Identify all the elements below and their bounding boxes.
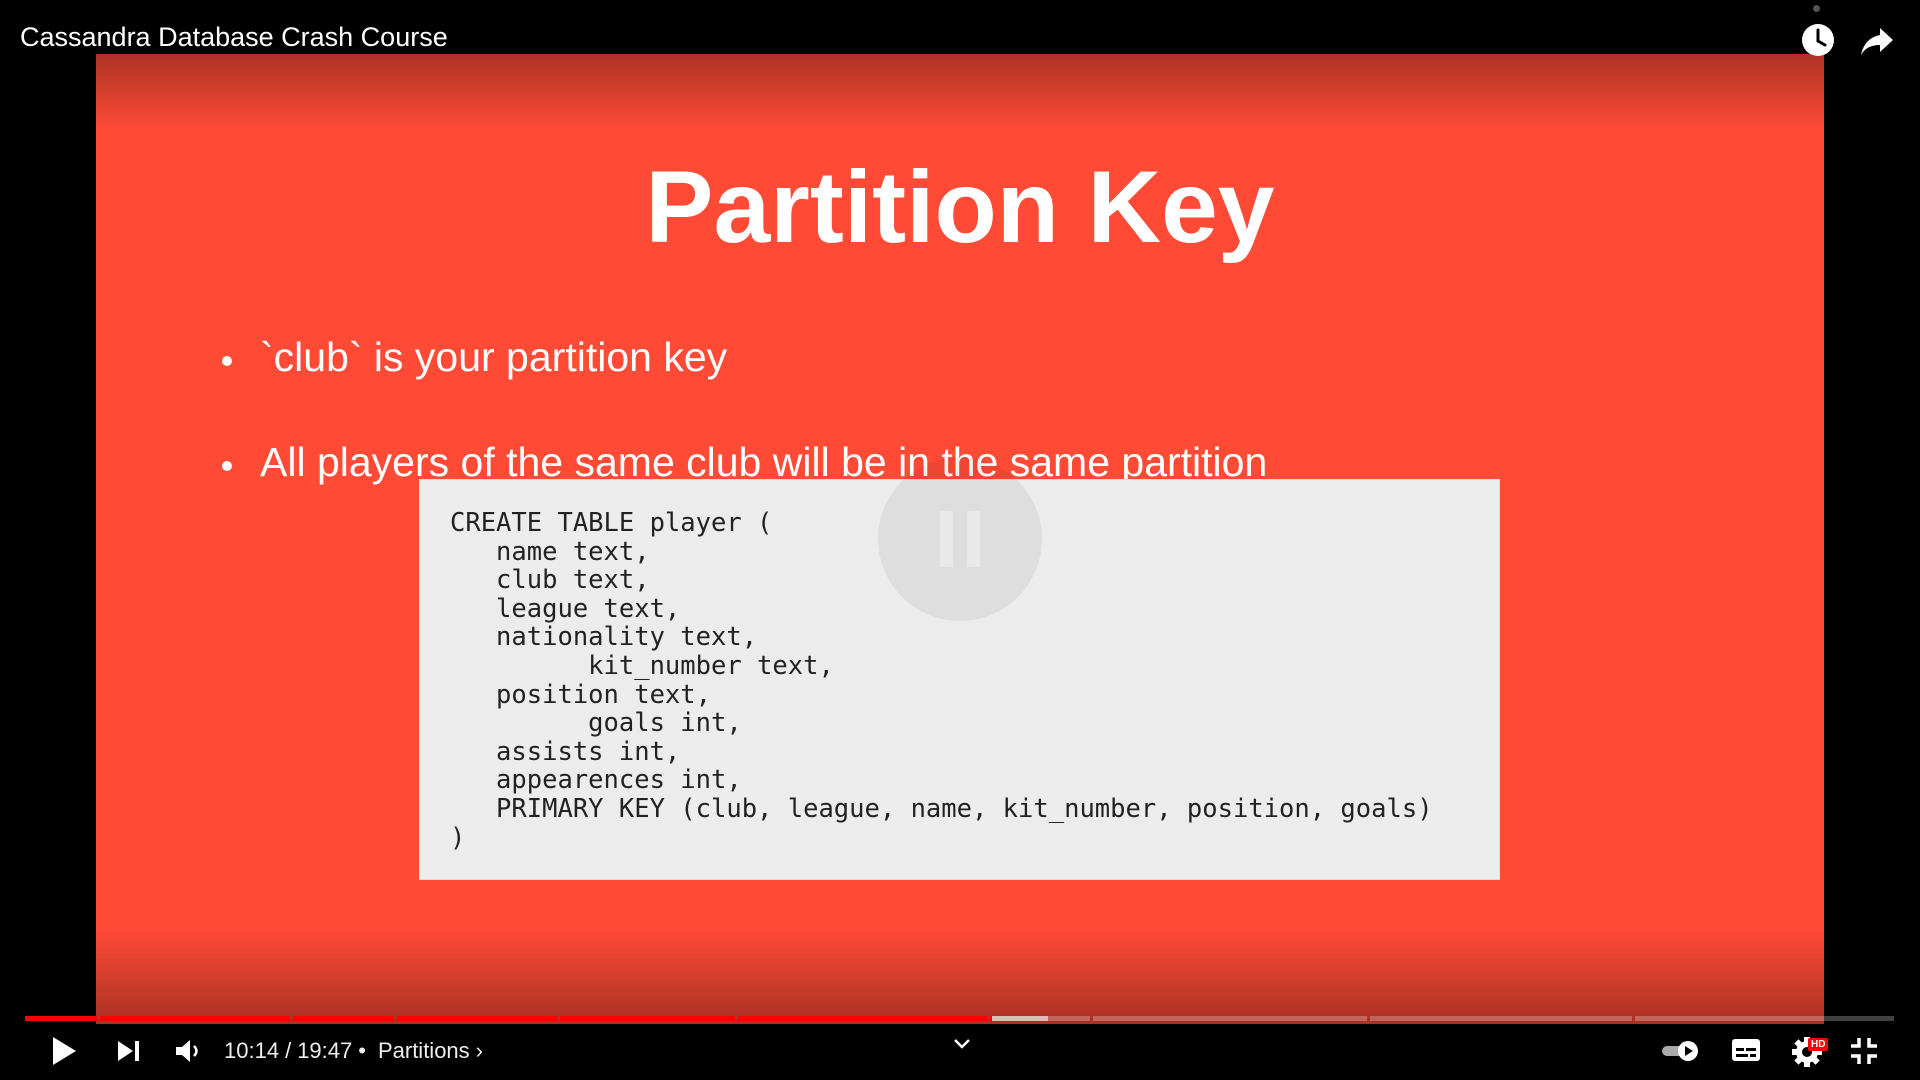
autoplay-toggle-icon[interactable] <box>1660 1040 1700 1062</box>
chapter-title[interactable]: Partitions <box>378 1038 470 1064</box>
play-icon[interactable] <box>48 1033 80 1069</box>
time-separator: / <box>285 1038 292 1063</box>
indicator-dot <box>1813 5 1820 12</box>
progress-chapter-segment[interactable] <box>1092 1016 1367 1021</box>
progress-chapter-segment[interactable] <box>737 1016 988 1021</box>
volume-icon[interactable] <box>174 1038 204 1064</box>
progress-chapter-segment[interactable] <box>397 1016 557 1021</box>
chapter-separator: • <box>358 1038 366 1063</box>
video-title[interactable]: Cassandra Database Crash Course <box>20 22 448 53</box>
progress-chapter-segment[interactable] <box>1369 1016 1633 1021</box>
progress-chapter-segment[interactable] <box>99 1016 290 1021</box>
pause-overlay[interactable] <box>878 457 1042 621</box>
bullet-item: `club` is your partition key <box>218 334 1267 439</box>
chevron-down-icon[interactable] <box>950 1036 974 1052</box>
duration: 19:47 <box>297 1038 353 1063</box>
progress-chapter-segment[interactable] <box>559 1016 735 1021</box>
hd-badge: HD <box>1808 1038 1829 1051</box>
exit-fullscreen-icon[interactable] <box>1849 1036 1879 1066</box>
subtitles-icon[interactable] <box>1730 1036 1762 1064</box>
progress-bar[interactable] <box>25 1016 1895 1021</box>
time-display: 10:14 / 19:47 • Partitions › <box>224 1038 483 1064</box>
progress-chapter-segment[interactable] <box>25 1016 97 1021</box>
share-arrow-icon[interactable] <box>1855 18 1899 62</box>
progress-chapter-segment[interactable] <box>1635 1016 1894 1021</box>
current-time: 10:14 <box>224 1038 280 1063</box>
clock-icon[interactable] <box>1796 18 1840 62</box>
slide-title: Partition Key <box>645 150 1275 264</box>
progress-chapter-segment[interactable] <box>292 1016 395 1021</box>
chapter-chevron-icon[interactable]: › <box>476 1038 483 1064</box>
skip-next-icon[interactable] <box>116 1039 142 1063</box>
progress-chapter-segment[interactable] <box>990 1016 1090 1021</box>
